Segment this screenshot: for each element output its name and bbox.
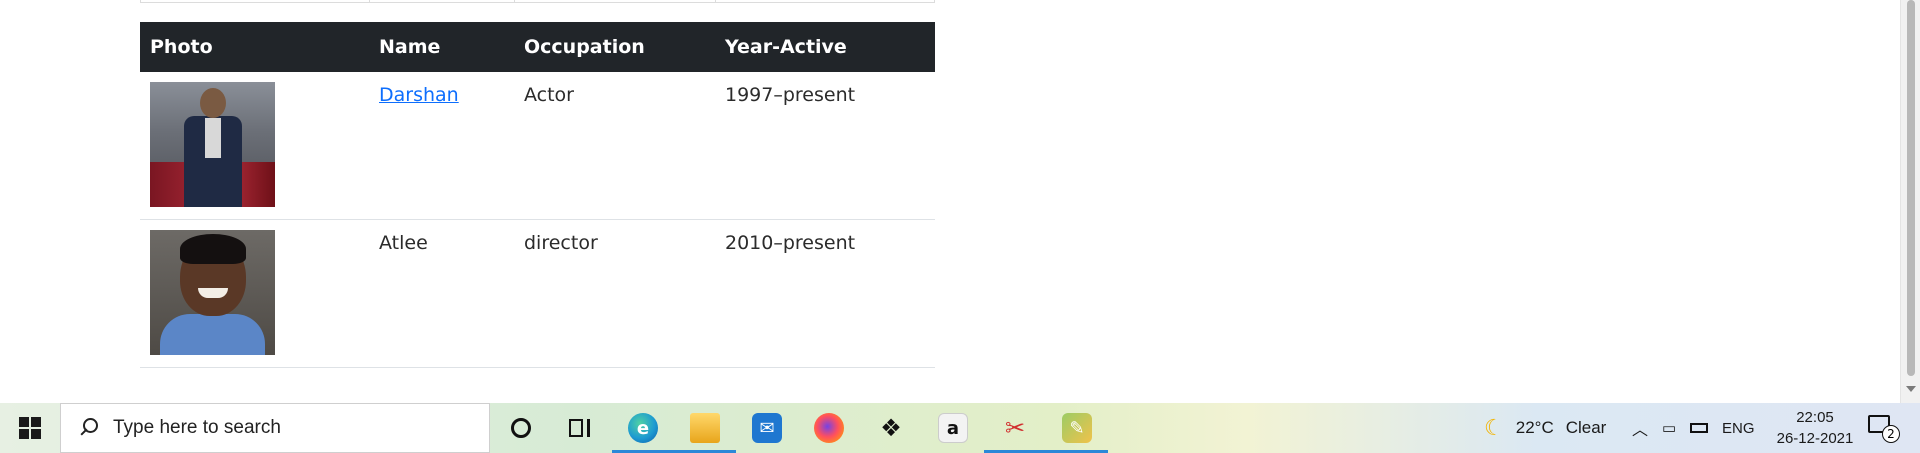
dropbox-icon: ❖ bbox=[880, 414, 902, 442]
chevron-up-icon: ︿ bbox=[1632, 422, 1649, 439]
notification-center-button[interactable]: 2 bbox=[1868, 415, 1900, 443]
moon-icon: ☾ bbox=[1484, 415, 1504, 440]
darshan-photo bbox=[150, 82, 275, 207]
language-label: ENG bbox=[1722, 419, 1755, 437]
photo-cell bbox=[140, 219, 369, 368]
header-occupation: Occupation bbox=[524, 36, 645, 58]
task-view-button[interactable] bbox=[550, 403, 612, 453]
snip-tool-button[interactable]: ✂ bbox=[984, 403, 1046, 453]
clock-time: 22:05 bbox=[1796, 409, 1834, 426]
battery-icon bbox=[1690, 423, 1708, 433]
vertical-scrollbar[interactable] bbox=[1900, 0, 1920, 403]
cortana-button[interactable] bbox=[490, 403, 552, 453]
battery-indicator[interactable] bbox=[1690, 403, 1708, 453]
weather-condition: Clear bbox=[1565, 418, 1607, 437]
people-table: Photo Name Occupation Year-Active Darsha… bbox=[140, 22, 935, 368]
notification-count-badge: 2 bbox=[1882, 425, 1900, 443]
paint-icon: ✎ bbox=[1062, 413, 1092, 443]
firefox-icon bbox=[814, 413, 844, 443]
table-header-row: Photo Name Occupation Year-Active bbox=[140, 22, 935, 72]
header-year-active: Year-Active bbox=[725, 36, 847, 58]
name-cell: Darshan bbox=[369, 72, 514, 220]
file-explorer-icon bbox=[690, 413, 720, 443]
mail-button[interactable]: ✉ bbox=[736, 403, 798, 453]
amazon-icon: a bbox=[938, 413, 968, 443]
cortana-icon bbox=[511, 418, 531, 438]
snip-tool-icon: ✂ bbox=[1004, 414, 1026, 442]
search-placeholder: Type here to search bbox=[113, 417, 281, 438]
show-hidden-icons-button[interactable]: ︿ bbox=[1632, 403, 1648, 453]
year-active-cell: 1997–present bbox=[715, 72, 935, 220]
header-photo: Photo bbox=[150, 36, 213, 58]
dropbox-button[interactable]: ❖ bbox=[860, 403, 922, 453]
scrollbar-thumb[interactable] bbox=[1907, 0, 1915, 376]
occupation-cell: Actor bbox=[514, 72, 715, 220]
web-page: Photo Name Occupation Year-Active Darsha… bbox=[0, 0, 1900, 403]
paint-button[interactable]: ✎ bbox=[1046, 403, 1108, 453]
windows-logo-icon bbox=[19, 417, 41, 439]
photo-cell bbox=[140, 72, 369, 220]
year-active-cell: 2010–present bbox=[715, 219, 935, 368]
mail-icon: ✉ bbox=[752, 413, 782, 443]
task-view-icon bbox=[569, 417, 593, 439]
weather-widget[interactable]: ☾ 22°C Clear bbox=[1484, 403, 1606, 453]
previous-table-edge bbox=[140, 0, 935, 3]
taskbar-search-box[interactable]: Type here to search bbox=[60, 403, 490, 453]
darshan-link[interactable]: Darshan bbox=[379, 84, 459, 106]
meet-now-button[interactable]: ▭ bbox=[1662, 403, 1676, 453]
edge-icon: e bbox=[628, 413, 658, 443]
clock[interactable]: 22:05 26-12-2021 bbox=[1760, 407, 1870, 449]
clock-date: 26-12-2021 bbox=[1776, 430, 1854, 447]
table-row: Atlee director 2010–present bbox=[140, 219, 935, 368]
camera-icon: ▭ bbox=[1662, 420, 1677, 437]
name-cell: Atlee bbox=[369, 219, 514, 368]
edge-button[interactable]: e bbox=[612, 403, 674, 453]
input-language[interactable]: ENG bbox=[1722, 403, 1755, 453]
occupation-cell: director bbox=[514, 219, 715, 368]
start-button[interactable] bbox=[0, 403, 60, 453]
scroll-down-arrow-icon[interactable] bbox=[1906, 386, 1916, 392]
table-row: Darshan Actor 1997–present bbox=[140, 72, 935, 220]
atlee-photo bbox=[150, 230, 275, 355]
weather-temperature: 22°C bbox=[1515, 418, 1554, 437]
amazon-button[interactable]: a bbox=[922, 403, 984, 453]
search-icon bbox=[79, 418, 99, 438]
firefox-button[interactable] bbox=[798, 403, 860, 453]
windows-taskbar: Type here to search e ✉ ❖ a ✂ ✎ ☾ 22°C C… bbox=[0, 403, 1920, 453]
header-name: Name bbox=[379, 36, 441, 58]
file-explorer-button[interactable] bbox=[674, 403, 736, 453]
